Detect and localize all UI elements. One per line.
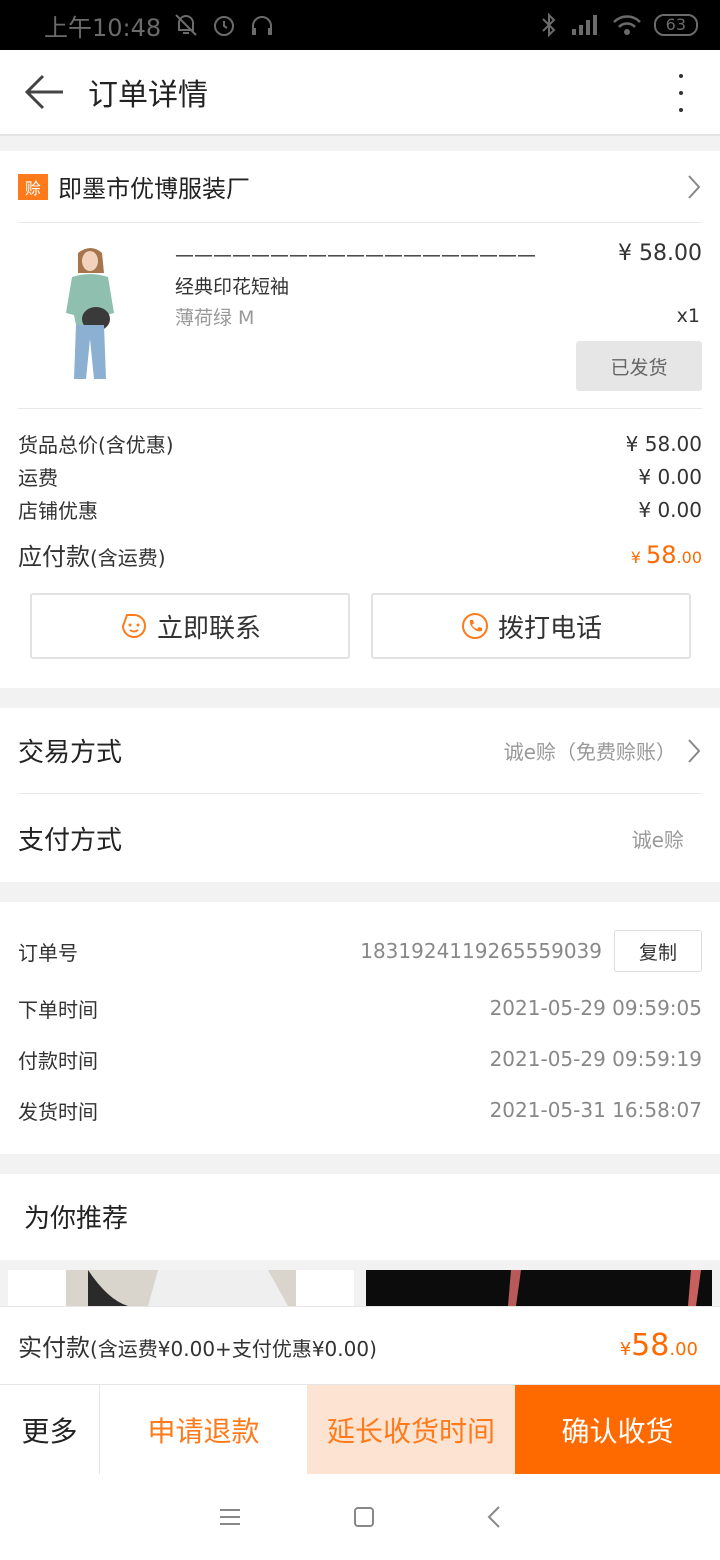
trade-card: 交易方式 诚e赊（免费赊账） 支付方式 诚e赊 bbox=[0, 708, 720, 882]
amount-due-label-note: (含运费) bbox=[90, 546, 166, 570]
amount-due-decimal: .00 bbox=[676, 547, 702, 567]
page-title: 订单详情 bbox=[88, 78, 208, 113]
mute-icon bbox=[175, 14, 197, 36]
goods-total-row: 货品总价(含优惠) ¥ 58.00 bbox=[18, 429, 702, 458]
more-vert-dot bbox=[679, 91, 683, 95]
seller-name: 即墨市优博服装厂 bbox=[58, 175, 250, 203]
amount-due-value: ¥ 58.00 bbox=[631, 541, 702, 569]
order-number-row: 订单号 1831924119265559039 复制 bbox=[18, 929, 702, 973]
app-bar: 订单详情 bbox=[0, 50, 720, 136]
more-vert-dot bbox=[679, 108, 683, 112]
order-placed-time: 2021-05-29 09:59:05 bbox=[489, 996, 702, 1020]
call-phone-label: 拨打电话 bbox=[497, 613, 602, 644]
payment-time-value: 2021-05-29 09:59:19 bbox=[489, 1047, 702, 1071]
nav-home-icon[interactable] bbox=[352, 1505, 376, 1529]
phone-icon bbox=[461, 613, 488, 639]
call-phone-button[interactable]: 拨打电话 bbox=[371, 593, 691, 659]
payment-method-value: 诚e赊 bbox=[631, 827, 684, 852]
product-price: ¥ 58.00 bbox=[618, 241, 702, 266]
credit-badge: 赊 bbox=[18, 173, 48, 200]
payment-time-row: 付款时间 2021-05-29 09:59:19 bbox=[18, 1043, 702, 1075]
system-nav-bar bbox=[0, 1474, 720, 1560]
product-item[interactable]: ——————————————————— 经典印花短袖 ¥ 58.00 薄荷绿 M… bbox=[18, 223, 702, 409]
amount-due-row: 应付款(含运费) ¥ 58.00 bbox=[18, 537, 702, 572]
chevron-right-icon bbox=[688, 738, 701, 763]
signal-icon bbox=[571, 15, 597, 35]
payment-method-label: 支付方式 bbox=[18, 825, 123, 856]
goods-total-label: 货品总价(含优惠) bbox=[18, 433, 174, 457]
bluetooth-icon bbox=[541, 12, 556, 38]
product-image[interactable] bbox=[48, 243, 134, 383]
goods-total-value: ¥ 58.00 bbox=[625, 431, 702, 456]
order-info-card: 订单号 1831924119265559039 复制 下单时间 2021-05-… bbox=[0, 902, 720, 1154]
confirm-receipt-button[interactable]: 确认收货 bbox=[515, 1385, 720, 1475]
store-discount-row: 店铺优惠 ¥ 0.00 bbox=[18, 495, 702, 524]
paid-amount-label: 实付款(含运费¥0.00+支付优惠¥0.00) bbox=[18, 1328, 377, 1363]
shipping-value: ¥ 0.00 bbox=[638, 464, 702, 489]
order-number-value: 1831924119265559039 bbox=[360, 939, 602, 963]
paid-amount-value: ¥58.00 bbox=[620, 1328, 698, 1363]
order-placed-label: 下单时间 bbox=[18, 997, 98, 1022]
shipping-row: 运费 ¥ 0.00 bbox=[18, 462, 702, 491]
recommend-item[interactable] bbox=[8, 1270, 354, 1306]
chat-face-icon bbox=[121, 614, 146, 638]
store-discount-value: ¥ 0.00 bbox=[638, 497, 702, 522]
status-bar: 上午10:48 63 bbox=[0, 0, 720, 50]
back-button[interactable] bbox=[0, 49, 88, 135]
status-time: 上午10:48 bbox=[44, 13, 162, 42]
contact-now-button[interactable]: 立即联系 bbox=[30, 593, 350, 659]
recommend-item-image bbox=[66, 1270, 296, 1306]
payment-summary-bar: 实付款(含运费¥0.00+支付优惠¥0.00) ¥58.00 bbox=[0, 1306, 720, 1384]
store-discount-label: 店铺优惠 bbox=[18, 499, 98, 523]
recommend-section: 为你推荐 bbox=[0, 1174, 720, 1260]
copy-order-number-button[interactable]: 复制 bbox=[614, 930, 702, 972]
order-placed-row: 下单时间 2021-05-29 09:59:05 bbox=[18, 992, 702, 1024]
amount-due-currency: ¥ bbox=[630, 547, 646, 567]
paid-amount-decimal: .00 bbox=[669, 1339, 698, 1360]
paid-amount-label-note: (含运费¥0.00+支付优惠¥0.00) bbox=[90, 1337, 377, 1361]
order-card: 赊 即墨市优博服装厂 ——————————————————— 经典印花短袖 ¥ … bbox=[0, 151, 720, 688]
trade-method-row[interactable]: 交易方式 诚e赊（免费赊账） bbox=[18, 708, 702, 794]
amount-due-label: 应付款(含运费) bbox=[18, 537, 166, 572]
recommend-item-image bbox=[508, 1270, 701, 1306]
product-variant: 薄荷绿 M bbox=[175, 307, 255, 329]
action-bar: 更多 申请退款 延长收货时间 确认收货 bbox=[0, 1384, 720, 1475]
request-refund-button[interactable]: 申请退款 bbox=[100, 1385, 307, 1475]
payment-time-label: 付款时间 bbox=[18, 1048, 98, 1073]
trade-method-value: 诚e赊（免费赊账） bbox=[504, 736, 702, 765]
more-actions-button[interactable]: 更多 bbox=[0, 1385, 100, 1475]
battery-indicator: 63 bbox=[653, 14, 698, 36]
paid-amount-label-main: 实付款 bbox=[18, 1334, 90, 1362]
contact-now-label: 立即联系 bbox=[156, 613, 261, 644]
more-options-button[interactable] bbox=[666, 68, 696, 118]
wifi-icon bbox=[612, 15, 641, 35]
paid-amount-integer: 58 bbox=[631, 1328, 670, 1363]
trade-method-label: 交易方式 bbox=[18, 738, 123, 768]
product-quantity: x1 bbox=[676, 305, 700, 327]
alarm-icon bbox=[214, 16, 235, 36]
amount-due-label-main: 应付款 bbox=[18, 543, 90, 571]
back-arrow-icon bbox=[24, 74, 63, 110]
paid-amount-currency: ¥ bbox=[619, 1339, 632, 1360]
headphones-icon bbox=[252, 16, 273, 35]
shipped-status-button[interactable]: 已发货 bbox=[576, 341, 702, 391]
shipping-time-row: 发货时间 2021-05-31 16:58:07 bbox=[18, 1094, 702, 1126]
product-name: ——————————————————— 经典印花短袖 bbox=[175, 244, 536, 298]
recommend-title: 为你推荐 bbox=[24, 1204, 129, 1234]
recommend-item[interactable] bbox=[366, 1270, 712, 1306]
seller-row[interactable]: 赊 即墨市优博服装厂 bbox=[18, 151, 702, 223]
shipping-time-value: 2021-05-31 16:58:07 bbox=[489, 1098, 702, 1122]
nav-menu-icon[interactable] bbox=[218, 1507, 242, 1527]
more-vert-icon bbox=[679, 74, 683, 78]
shipping-time-label: 发货时间 bbox=[18, 1099, 98, 1124]
shipping-label: 运费 bbox=[18, 466, 58, 490]
order-number-label: 订单号 bbox=[18, 940, 78, 965]
extend-receipt-button[interactable]: 延长收货时间 bbox=[307, 1385, 515, 1475]
chevron-right-icon bbox=[688, 174, 701, 199]
trade-method-text: 诚e赊（免费赊账） bbox=[503, 740, 676, 764]
amount-due-integer: 58 bbox=[646, 540, 677, 569]
nav-back-icon[interactable] bbox=[486, 1504, 502, 1530]
payment-method-row: 支付方式 诚e赊 bbox=[18, 794, 702, 882]
